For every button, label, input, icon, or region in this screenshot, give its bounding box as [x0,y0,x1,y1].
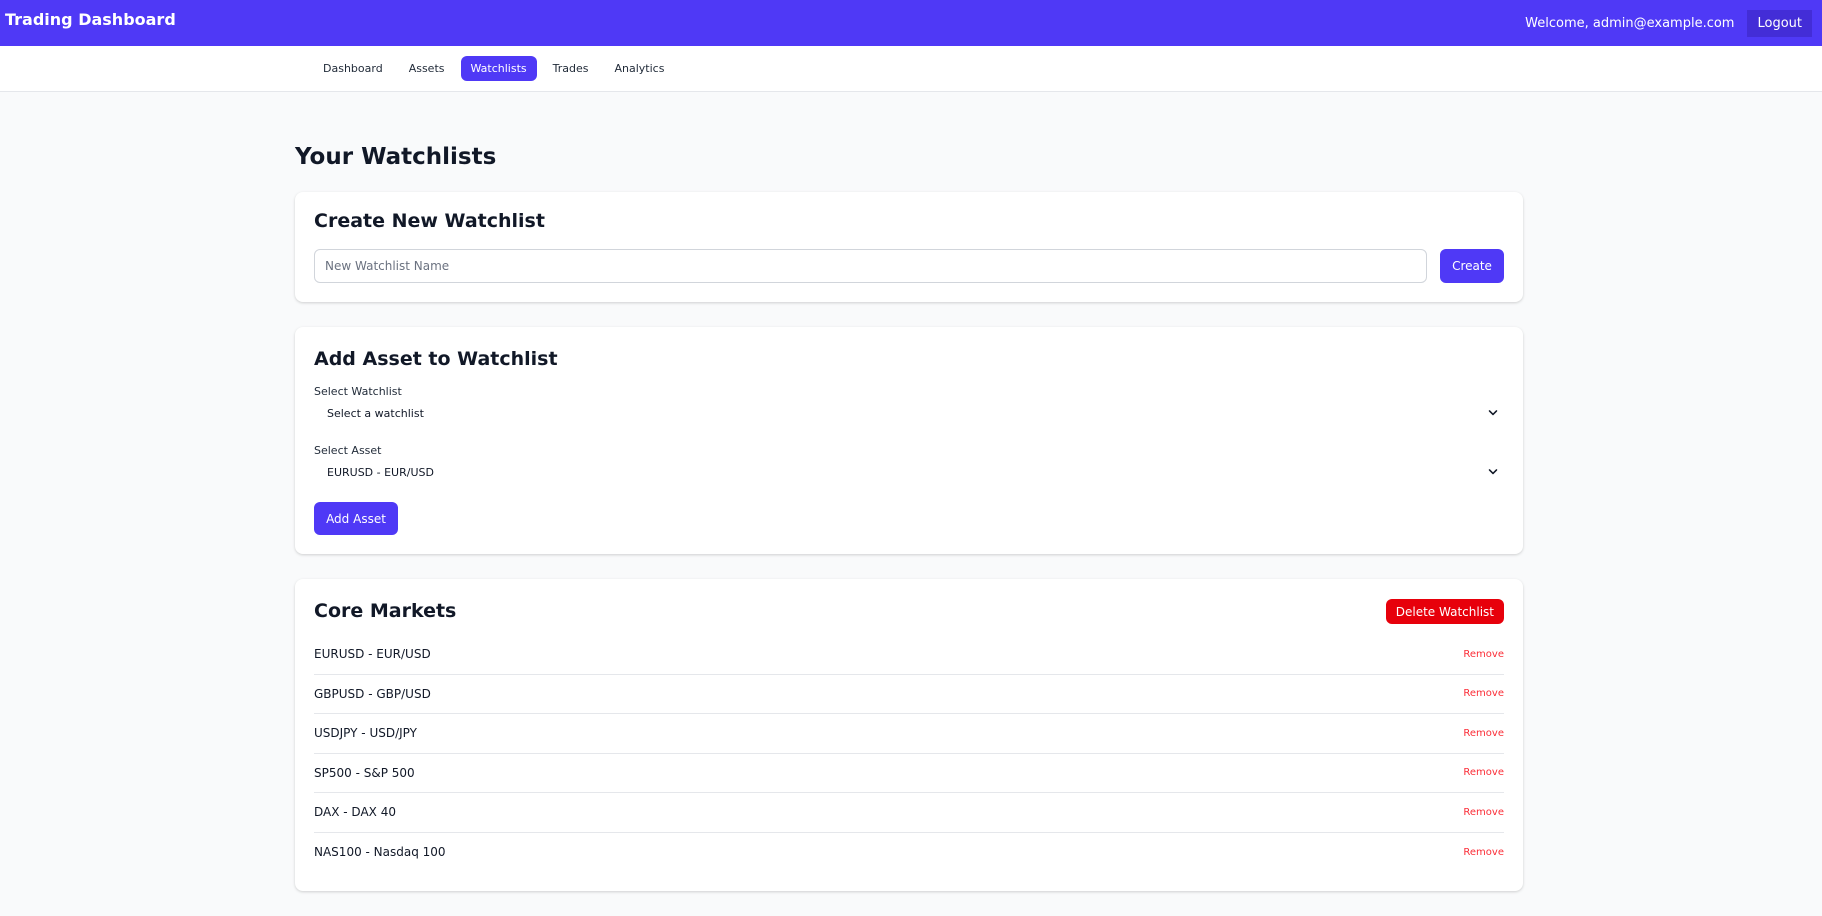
watchlist-select[interactable]: Select a watchlist [314,400,1504,426]
add-asset-heading: Add Asset to Watchlist [314,348,558,370]
remove-asset-link[interactable]: Remove [1463,688,1504,699]
create-watchlist-card: Create New Watchlist Create [295,192,1523,302]
logout-button[interactable]: Logout [1747,9,1812,37]
list-item: USDJPY - USD/JPY Remove [314,714,1504,754]
chevron-down-icon [1488,410,1498,416]
app-title: Trading Dashboard [5,10,176,29]
asset-name: USDJPY - USD/JPY [314,726,417,741]
list-item: SP500 - S&P 500 Remove [314,754,1504,793]
asset-name: EURUSD - EUR/USD [314,647,431,662]
watchlist-select-value: Select a watchlist [327,406,424,420]
tab-assets[interactable]: Assets [399,56,455,81]
delete-watchlist-button[interactable]: Delete Watchlist [1385,599,1504,624]
remove-asset-link[interactable]: Remove [1463,767,1504,778]
tab-dashboard[interactable]: Dashboard [313,56,393,81]
add-asset-card: Add Asset to Watchlist Select Watchlist … [295,327,1523,554]
tab-analytics[interactable]: Analytics [605,56,675,81]
asset-name: SP500 - S&P 500 [314,765,415,780]
user-area: Welcome, admin@example.com Logout [1525,9,1812,37]
watchlist-card: Core Markets Delete Watchlist EURUSD - E… [295,579,1523,891]
welcome-text: Welcome, admin@example.com [1525,15,1735,31]
remove-asset-link[interactable]: Remove [1463,847,1504,858]
main-nav: Dashboard Assets Watchlists Trades Analy… [0,46,1822,92]
remove-asset-link[interactable]: Remove [1463,807,1504,818]
select-watchlist-label: Select Watchlist [314,385,402,398]
watchlist-name-input[interactable] [314,249,1427,283]
list-item: EURUSD - EUR/USD Remove [314,635,1504,675]
list-item: GBPUSD - GBP/USD Remove [314,675,1504,714]
asset-select-value: EURUSD - EUR/USD [327,465,434,479]
chevron-down-icon [1488,469,1498,475]
watchlist-asset-list: EURUSD - EUR/USD Remove GBPUSD - GBP/USD… [314,635,1504,872]
asset-name: DAX - DAX 40 [314,805,396,820]
remove-asset-link[interactable]: Remove [1463,728,1504,739]
list-item: DAX - DAX 40 Remove [314,793,1504,833]
watchlist-name: Core Markets [314,600,457,622]
tab-watchlists[interactable]: Watchlists [460,56,537,81]
tab-trades[interactable]: Trades [543,56,599,81]
add-asset-button[interactable]: Add Asset [314,502,398,535]
top-bar: Trading Dashboard Welcome, admin@example… [0,0,1822,46]
asset-select[interactable]: EURUSD - EUR/USD [314,459,1504,485]
create-button[interactable]: Create [1440,249,1504,283]
create-watchlist-heading: Create New Watchlist [314,210,545,232]
select-asset-label: Select Asset [314,444,382,457]
list-item: NAS100 - Nasdaq 100 Remove [314,833,1504,873]
asset-name: GBPUSD - GBP/USD [314,686,431,701]
remove-asset-link[interactable]: Remove [1463,649,1504,660]
asset-name: NAS100 - Nasdaq 100 [314,845,446,860]
page-title: Your Watchlists [295,144,497,170]
